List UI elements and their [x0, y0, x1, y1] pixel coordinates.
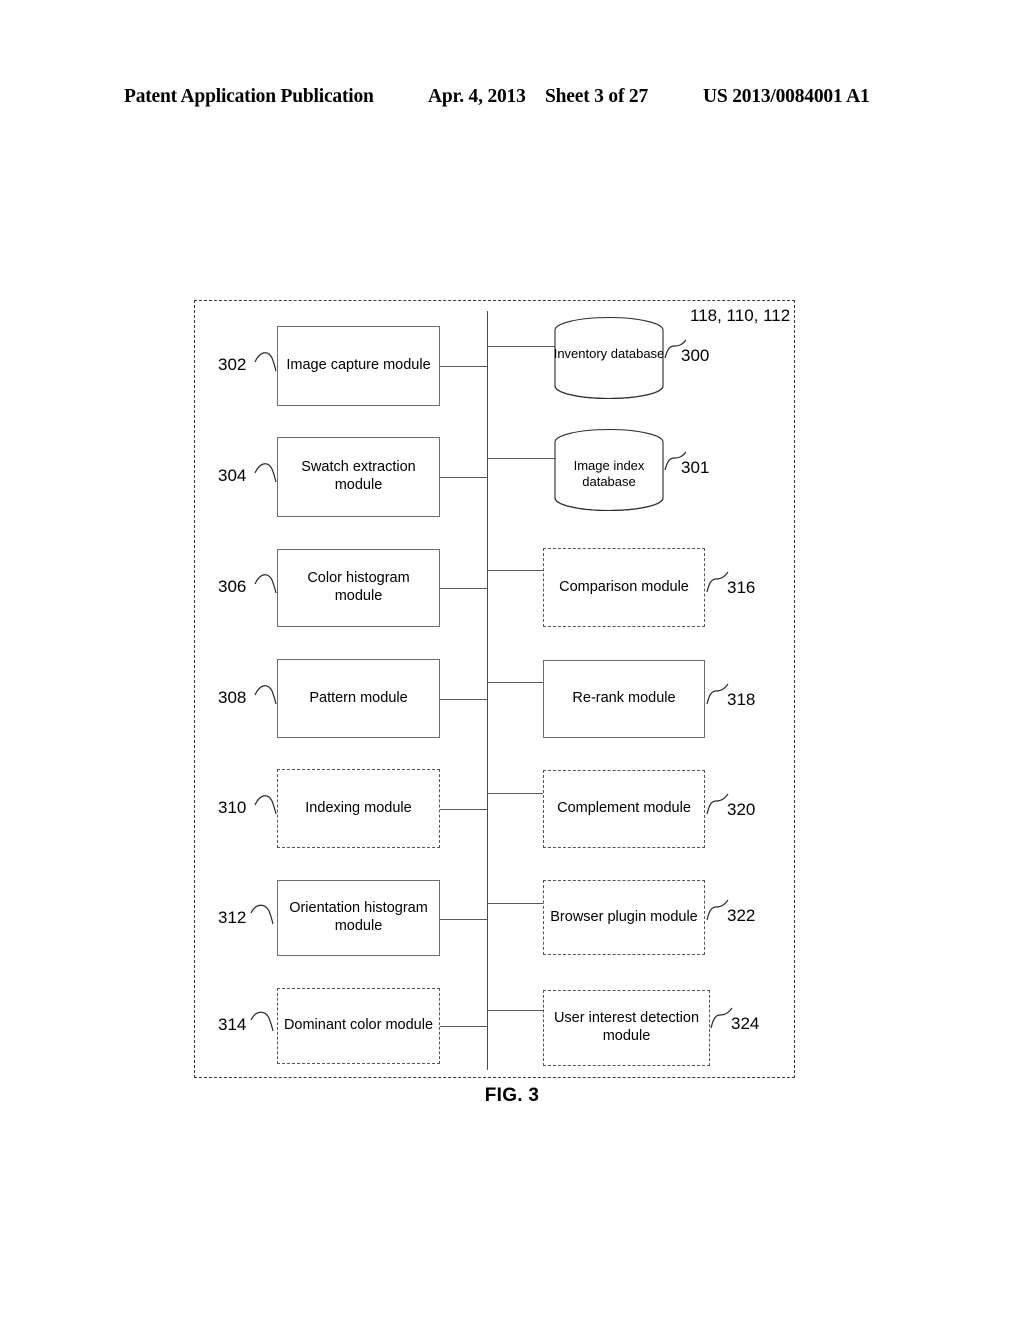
module-box-dominant-color[interactable]: Dominant color module: [277, 988, 440, 1064]
reference-numeral-304: 304: [218, 466, 247, 485]
module-box-image-capture[interactable]: Image capture module: [277, 326, 440, 406]
connector-312-to-bus: [440, 919, 488, 920]
leader-line-316: [706, 571, 729, 593]
module-label-browser-plugin: Browser plugin module: [550, 908, 698, 925]
reference-numeral-314: 314: [218, 1015, 247, 1034]
connector-bus-to-322: [487, 903, 544, 904]
header-date-text: Apr. 4, 2013: [428, 86, 526, 107]
leader-line-300: [664, 339, 687, 359]
header-sheet-text: Sheet 3 of 27: [545, 86, 649, 107]
module-box-pattern[interactable]: Pattern module: [277, 659, 440, 738]
leader-line-318: [706, 683, 729, 705]
leader-line-322: [706, 899, 729, 921]
module-label-re-rank: Re-rank module: [572, 690, 676, 707]
module-label-image-capture: Image capture module: [286, 357, 431, 374]
vertical-bus-connector: [487, 311, 488, 1070]
module-box-color-histogram[interactable]: Color histogram module: [277, 549, 440, 627]
connector-314-to-bus: [440, 1026, 488, 1027]
reference-numeral-324: 324: [731, 1014, 760, 1033]
database-cylinder-image-index[interactable]: Image index database: [553, 428, 665, 512]
figure-caption: FIG. 3: [484, 1085, 540, 1106]
reference-numeral-312: 312: [218, 908, 247, 927]
module-box-swatch-extraction[interactable]: Swatch extraction module: [277, 437, 440, 517]
connector-bus-to-316: [487, 570, 544, 571]
page-header: Patent Application Publication Apr. 4, 2…: [0, 86, 1024, 116]
reference-numeral-308: 308: [218, 688, 247, 707]
connector-bus-to-320: [487, 793, 544, 794]
leader-line-308: [254, 685, 277, 705]
reference-numeral-310: 310: [218, 798, 247, 817]
module-box-complement[interactable]: Complement module: [543, 770, 705, 848]
connector-bus-to-301: [487, 458, 555, 459]
module-label-orientation-histogram: Orientation histogram module: [289, 900, 428, 934]
module-box-user-interest-detection[interactable]: User interest detection module: [543, 990, 710, 1066]
module-box-comparison[interactable]: Comparison module: [543, 548, 705, 627]
connector-306-to-bus: [440, 588, 488, 589]
leader-line-301: [664, 451, 687, 471]
connector-bus-to-300: [487, 346, 555, 347]
module-label-color-histogram: Color histogram module: [307, 570, 410, 604]
leader-line-320: [706, 793, 729, 815]
leader-line-310: [254, 795, 277, 815]
module-label-dominant-color: Dominant color module: [283, 1017, 434, 1034]
module-box-browser-plugin[interactable]: Browser plugin module: [543, 880, 705, 955]
module-label-indexing: Indexing module: [305, 799, 412, 816]
leader-line-304: [254, 463, 277, 483]
connector-304-to-bus: [440, 477, 488, 478]
connector-bus-to-324: [487, 1010, 544, 1011]
leader-line-306: [254, 574, 277, 594]
leader-line-302: [254, 352, 277, 372]
module-box-indexing[interactable]: Indexing module: [277, 769, 440, 848]
database-cylinder-inventory[interactable]: Inventory database: [553, 316, 665, 400]
database-label-image-index: Image index database: [573, 458, 645, 490]
leader-line-314: [250, 1011, 274, 1032]
leader-line-312: [250, 904, 274, 925]
reference-numeral-306: 306: [218, 577, 247, 596]
connector-310-to-bus: [440, 809, 488, 810]
module-label-complement: Complement module: [557, 800, 691, 817]
module-label-pattern: Pattern module: [309, 689, 408, 706]
module-label-comparison: Comparison module: [559, 578, 689, 595]
module-box-re-rank[interactable]: Re-rank module: [543, 660, 705, 738]
connector-302-to-bus: [440, 366, 488, 367]
leader-line-324: [710, 1007, 733, 1029]
reference-numeral-302: 302: [218, 355, 247, 374]
reference-numeral-320: 320: [727, 800, 756, 819]
connector-bus-to-318: [487, 682, 544, 683]
connector-308-to-bus: [440, 699, 488, 700]
module-label-swatch-extraction: Swatch extraction module: [301, 459, 416, 493]
header-publication-text: Patent Application Publication: [124, 86, 374, 107]
reference-numeral-322: 322: [727, 906, 756, 925]
reference-numeral-318: 318: [727, 690, 756, 709]
module-box-orientation-histogram[interactable]: Orientation histogram module: [277, 880, 440, 956]
module-label-user-interest-detection: User interest detection module: [553, 1010, 700, 1044]
database-label-inventory: Inventory database: [553, 346, 665, 361]
header-patent-number: US 2013/0084001 A1: [703, 86, 870, 107]
reference-numeral-316: 316: [727, 578, 756, 597]
figure-group-reference-label: 118, 110, 112: [690, 306, 791, 325]
